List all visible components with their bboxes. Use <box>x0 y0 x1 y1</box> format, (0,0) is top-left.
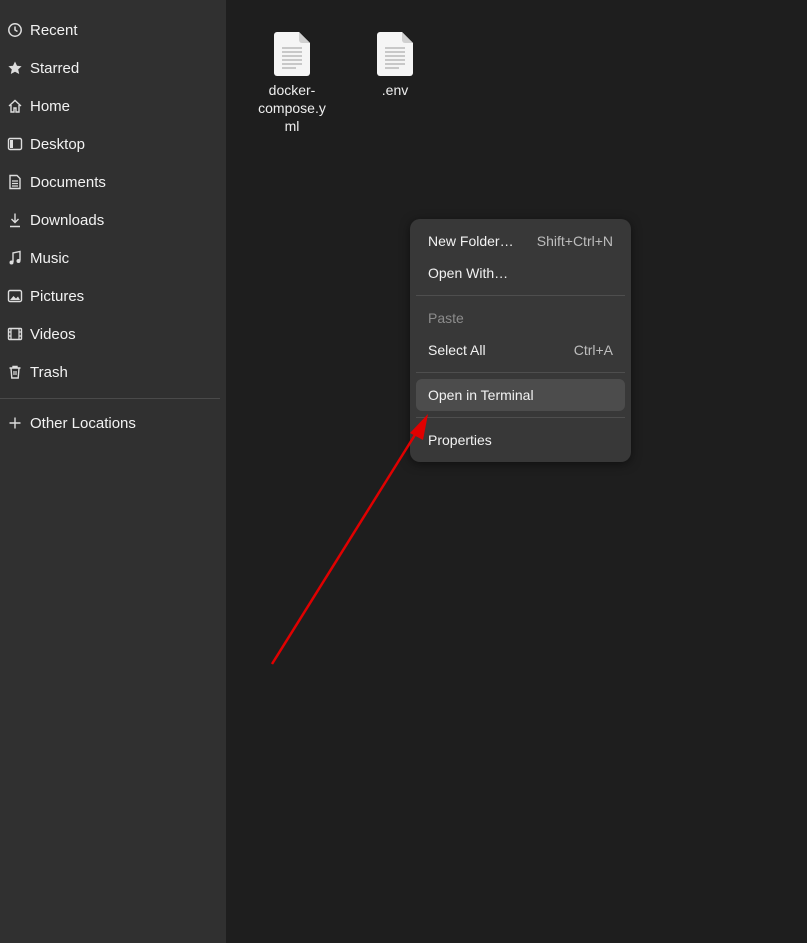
menu-item-shortcut: Shift+Ctrl+N <box>536 233 613 249</box>
menu-separator <box>416 372 625 373</box>
sidebar-item-starred[interactable]: Starred <box>0 49 220 87</box>
menu-item-new-folder[interactable]: New Folder… Shift+Ctrl+N <box>416 225 625 257</box>
download-icon <box>0 201 30 239</box>
sidebar-item-label: Starred <box>30 59 80 77</box>
sidebar-item-recent[interactable]: Recent <box>0 11 220 49</box>
sidebar-item-label: Pictures <box>30 287 85 305</box>
desktop-icon <box>0 125 30 163</box>
menu-item-properties[interactable]: Properties <box>416 424 625 456</box>
sidebar-item-label: Recent <box>30 21 78 39</box>
menu-item-open-with[interactable]: Open With… <box>416 257 625 289</box>
home-icon <box>0 87 30 125</box>
text-file-icon <box>274 32 310 76</box>
document-icon <box>0 163 30 201</box>
sidebar-item-label: Documents <box>30 173 106 191</box>
sidebar-item-label: Music <box>30 249 70 267</box>
music-icon <box>0 239 30 277</box>
menu-item-label: Paste <box>428 310 464 326</box>
file-name-line: ml <box>284 118 300 134</box>
sidebar: Recent Starred Home Desktop Documents Do… <box>0 0 226 943</box>
sidebar-item-music[interactable]: Music <box>0 239 220 277</box>
menu-item-shortcut: Ctrl+A <box>573 342 613 358</box>
video-icon <box>0 315 30 353</box>
sidebar-divider <box>0 398 220 399</box>
menu-item-select-all[interactable]: Select All Ctrl+A <box>416 334 625 366</box>
sidebar-item-label: Desktop <box>30 135 86 153</box>
menu-separator <box>416 295 625 296</box>
sidebar-item-pictures[interactable]: Pictures <box>0 277 220 315</box>
menu-item-label: Select All <box>428 342 486 358</box>
menu-item-open-in-terminal[interactable]: Open in Terminal <box>416 379 625 411</box>
menu-separator <box>416 417 625 418</box>
file-name-line: docker- <box>268 82 316 98</box>
file-item-env[interactable]: .env <box>353 31 437 99</box>
menu-item-paste[interactable]: Paste <box>416 302 625 334</box>
menu-item-label: New Folder… <box>428 233 514 249</box>
star-icon <box>0 49 30 87</box>
sidebar-item-label: Downloads <box>30 211 105 229</box>
sidebar-item-label: Trash <box>30 363 68 381</box>
plus-icon <box>0 404 30 442</box>
sidebar-item-documents[interactable]: Documents <box>0 163 220 201</box>
menu-item-label: Properties <box>428 432 492 448</box>
file-item-docker-compose[interactable]: docker- compose.y ml <box>250 31 334 135</box>
sidebar-item-label: Videos <box>30 325 76 343</box>
file-name-line: .env <box>381 82 409 98</box>
menu-item-label: Open With… <box>428 265 509 281</box>
menu-item-label: Open in Terminal <box>428 387 534 403</box>
sidebar-item-desktop[interactable]: Desktop <box>0 125 220 163</box>
file-name-line: compose.y <box>258 100 326 116</box>
sidebar-item-videos[interactable]: Videos <box>0 315 220 353</box>
context-menu: New Folder… Shift+Ctrl+N Open With… Past… <box>410 219 631 462</box>
text-file-icon <box>377 32 413 76</box>
sidebar-item-trash[interactable]: Trash <box>0 353 220 391</box>
sidebar-item-home[interactable]: Home <box>0 87 220 125</box>
trash-icon <box>0 353 30 391</box>
sidebar-item-label: Other Locations <box>30 414 136 432</box>
picture-icon <box>0 277 30 315</box>
sidebar-item-label: Home <box>30 97 71 115</box>
clock-icon <box>0 11 30 49</box>
sidebar-item-other-locations[interactable]: Other Locations <box>0 404 220 442</box>
file-view[interactable]: docker- compose.y ml .env <box>226 0 807 943</box>
sidebar-item-downloads[interactable]: Downloads <box>0 201 220 239</box>
